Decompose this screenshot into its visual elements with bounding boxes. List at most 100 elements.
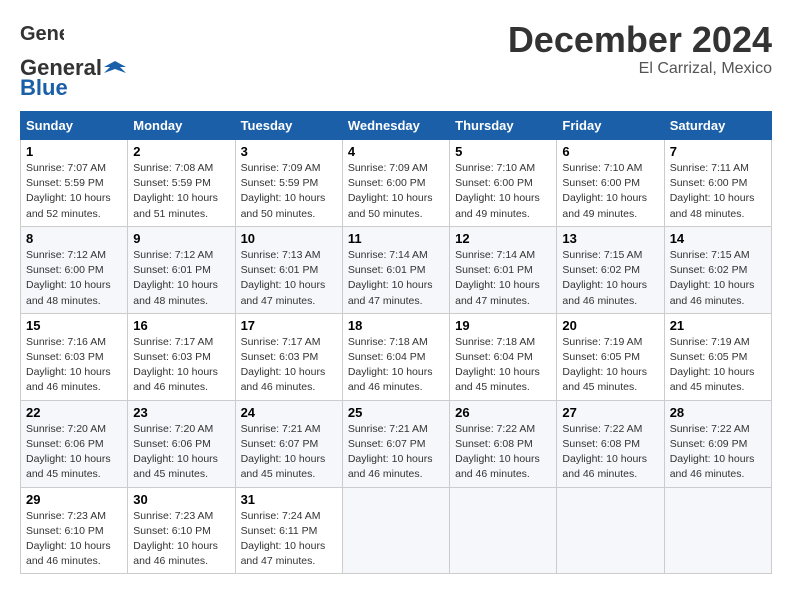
day-detail: Sunrise: 7:23 AMSunset: 6:10 PMDaylight:… [133,510,218,568]
calendar-day-cell: 7 Sunrise: 7:11 AMSunset: 6:00 PMDayligh… [664,140,771,227]
day-detail: Sunrise: 7:15 AMSunset: 6:02 PMDaylight:… [562,249,647,307]
calendar-day-cell [450,487,557,574]
calendar-day-cell: 21 Sunrise: 7:19 AMSunset: 6:05 PMDaylig… [664,313,771,400]
day-detail: Sunrise: 7:21 AMSunset: 6:07 PMDaylight:… [348,423,433,481]
day-number: 30 [133,492,229,507]
day-number: 20 [562,318,658,333]
calendar-day-cell: 27 Sunrise: 7:22 AMSunset: 6:08 PMDaylig… [557,400,664,487]
calendar-day-cell: 18 Sunrise: 7:18 AMSunset: 6:04 PMDaylig… [342,313,449,400]
day-number: 14 [670,231,766,246]
calendar-week-row: 8 Sunrise: 7:12 AMSunset: 6:00 PMDayligh… [21,226,772,313]
day-detail: Sunrise: 7:21 AMSunset: 6:07 PMDaylight:… [241,423,326,481]
calendar-day-cell: 25 Sunrise: 7:21 AMSunset: 6:07 PMDaylig… [342,400,449,487]
header-tuesday: Tuesday [235,112,342,140]
day-detail: Sunrise: 7:17 AMSunset: 6:03 PMDaylight:… [133,336,218,394]
calendar-day-cell: 19 Sunrise: 7:18 AMSunset: 6:04 PMDaylig… [450,313,557,400]
day-number: 19 [455,318,551,333]
day-detail: Sunrise: 7:15 AMSunset: 6:02 PMDaylight:… [670,249,755,307]
day-number: 16 [133,318,229,333]
calendar-day-cell: 11 Sunrise: 7:14 AMSunset: 6:01 PMDaylig… [342,226,449,313]
calendar-day-cell: 15 Sunrise: 7:16 AMSunset: 6:03 PMDaylig… [21,313,128,400]
calendar-day-cell: 20 Sunrise: 7:19 AMSunset: 6:05 PMDaylig… [557,313,664,400]
calendar-day-cell: 8 Sunrise: 7:12 AMSunset: 6:00 PMDayligh… [21,226,128,313]
day-number: 2 [133,144,229,159]
calendar-day-cell [342,487,449,574]
day-detail: Sunrise: 7:08 AMSunset: 5:59 PMDaylight:… [133,162,218,220]
day-detail: Sunrise: 7:10 AMSunset: 6:00 PMDaylight:… [562,162,647,220]
day-detail: Sunrise: 7:24 AMSunset: 6:11 PMDaylight:… [241,510,326,568]
header-wednesday: Wednesday [342,112,449,140]
day-number: 7 [670,144,766,159]
calendar-header-row: Sunday Monday Tuesday Wednesday Thursday… [21,112,772,140]
day-detail: Sunrise: 7:18 AMSunset: 6:04 PMDaylight:… [455,336,540,394]
day-detail: Sunrise: 7:09 AMSunset: 5:59 PMDaylight:… [241,162,326,220]
day-number: 18 [348,318,444,333]
day-detail: Sunrise: 7:10 AMSunset: 6:00 PMDaylight:… [455,162,540,220]
calendar-day-cell: 22 Sunrise: 7:20 AMSunset: 6:06 PMDaylig… [21,400,128,487]
day-number: 27 [562,405,658,420]
calendar-day-cell [557,487,664,574]
calendar-day-cell: 23 Sunrise: 7:20 AMSunset: 6:06 PMDaylig… [128,400,235,487]
calendar-day-cell: 10 Sunrise: 7:13 AMSunset: 6:01 PMDaylig… [235,226,342,313]
day-number: 6 [562,144,658,159]
calendar-day-cell: 12 Sunrise: 7:14 AMSunset: 6:01 PMDaylig… [450,226,557,313]
header-friday: Friday [557,112,664,140]
logo: General General Blue [20,20,126,101]
day-number: 23 [133,405,229,420]
day-number: 3 [241,144,337,159]
header-sunday: Sunday [21,112,128,140]
day-detail: Sunrise: 7:22 AMSunset: 6:08 PMDaylight:… [455,423,540,481]
day-number: 17 [241,318,337,333]
calendar-day-cell: 28 Sunrise: 7:22 AMSunset: 6:09 PMDaylig… [664,400,771,487]
calendar-day-cell: 31 Sunrise: 7:24 AMSunset: 6:11 PMDaylig… [235,487,342,574]
calendar-day-cell: 16 Sunrise: 7:17 AMSunset: 6:03 PMDaylig… [128,313,235,400]
day-number: 26 [455,405,551,420]
day-detail: Sunrise: 7:20 AMSunset: 6:06 PMDaylight:… [133,423,218,481]
day-detail: Sunrise: 7:20 AMSunset: 6:06 PMDaylight:… [26,423,111,481]
logo-bird-icon [104,57,126,79]
page-header: General General Blue December 2024 El Ca… [20,20,772,101]
calendar-day-cell: 3 Sunrise: 7:09 AMSunset: 5:59 PMDayligh… [235,140,342,227]
calendar-day-cell: 24 Sunrise: 7:21 AMSunset: 6:07 PMDaylig… [235,400,342,487]
day-detail: Sunrise: 7:22 AMSunset: 6:08 PMDaylight:… [562,423,647,481]
day-detail: Sunrise: 7:19 AMSunset: 6:05 PMDaylight:… [562,336,647,394]
day-detail: Sunrise: 7:09 AMSunset: 6:00 PMDaylight:… [348,162,433,220]
calendar-day-cell: 30 Sunrise: 7:23 AMSunset: 6:10 PMDaylig… [128,487,235,574]
calendar-week-row: 22 Sunrise: 7:20 AMSunset: 6:06 PMDaylig… [21,400,772,487]
day-detail: Sunrise: 7:23 AMSunset: 6:10 PMDaylight:… [26,510,111,568]
calendar-week-row: 1 Sunrise: 7:07 AMSunset: 5:59 PMDayligh… [21,140,772,227]
logo-icon: General [20,20,64,55]
calendar-day-cell: 26 Sunrise: 7:22 AMSunset: 6:08 PMDaylig… [450,400,557,487]
calendar-day-cell: 2 Sunrise: 7:08 AMSunset: 5:59 PMDayligh… [128,140,235,227]
day-detail: Sunrise: 7:17 AMSunset: 6:03 PMDaylight:… [241,336,326,394]
day-number: 10 [241,231,337,246]
day-number: 5 [455,144,551,159]
header-monday: Monday [128,112,235,140]
day-number: 15 [26,318,122,333]
day-detail: Sunrise: 7:18 AMSunset: 6:04 PMDaylight:… [348,336,433,394]
calendar-day-cell: 5 Sunrise: 7:10 AMSunset: 6:00 PMDayligh… [450,140,557,227]
calendar-day-cell [664,487,771,574]
calendar-subtitle: El Carrizal, Mexico [508,60,772,78]
day-number: 29 [26,492,122,507]
header-thursday: Thursday [450,112,557,140]
day-number: 4 [348,144,444,159]
calendar-table: Sunday Monday Tuesday Wednesday Thursday… [20,111,772,574]
day-number: 28 [670,405,766,420]
day-number: 13 [562,231,658,246]
calendar-day-cell: 14 Sunrise: 7:15 AMSunset: 6:02 PMDaylig… [664,226,771,313]
svg-text:General: General [20,23,64,45]
calendar-day-cell: 17 Sunrise: 7:17 AMSunset: 6:03 PMDaylig… [235,313,342,400]
calendar-day-cell: 13 Sunrise: 7:15 AMSunset: 6:02 PMDaylig… [557,226,664,313]
day-number: 11 [348,231,444,246]
calendar-day-cell: 4 Sunrise: 7:09 AMSunset: 6:00 PMDayligh… [342,140,449,227]
day-number: 31 [241,492,337,507]
day-number: 22 [26,405,122,420]
day-detail: Sunrise: 7:11 AMSunset: 6:00 PMDaylight:… [670,162,755,220]
day-detail: Sunrise: 7:07 AMSunset: 5:59 PMDaylight:… [26,162,111,220]
calendar-week-row: 29 Sunrise: 7:23 AMSunset: 6:10 PMDaylig… [21,487,772,574]
calendar-day-cell: 1 Sunrise: 7:07 AMSunset: 5:59 PMDayligh… [21,140,128,227]
day-number: 24 [241,405,337,420]
calendar-day-cell: 29 Sunrise: 7:23 AMSunset: 6:10 PMDaylig… [21,487,128,574]
header-saturday: Saturday [664,112,771,140]
